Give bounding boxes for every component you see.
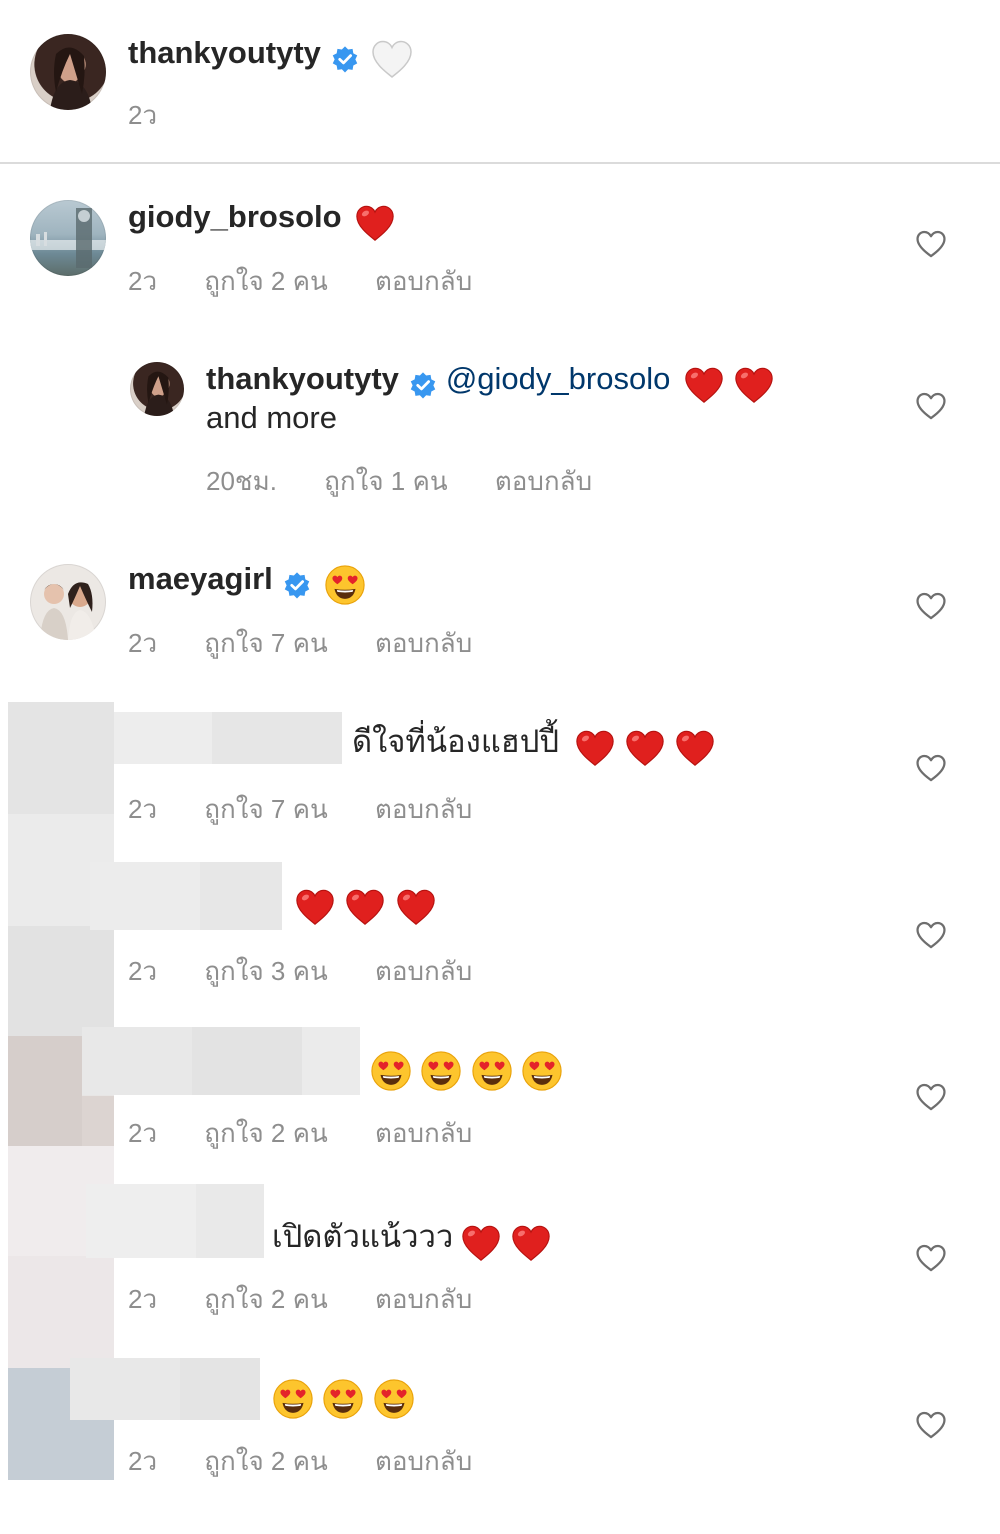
- likes-count[interactable]: ถูกใจ 2 คน: [204, 1279, 328, 1320]
- avatar[interactable]: [30, 564, 106, 640]
- avatar[interactable]: [30, 200, 106, 276]
- reply-button[interactable]: ตอบกลับ: [375, 1113, 472, 1154]
- red-heart-emoji-icon: [395, 887, 437, 927]
- reply-button[interactable]: ตอบกลับ: [375, 789, 472, 830]
- avatar[interactable]: [30, 34, 106, 110]
- comment-meta: 2ว ถูกใจ 2 คน ตอบกลับ: [128, 1279, 472, 1320]
- red-heart-emoji-icon: [294, 887, 336, 927]
- comment-body: ดีใจที่น้องแฮปปี้: [352, 722, 716, 768]
- heart-eyes-emoji-icon: [370, 1050, 412, 1092]
- heart-eyes-emoji-icon: [521, 1050, 563, 1092]
- like-heart-outline-icon[interactable]: [914, 918, 948, 952]
- reply-button[interactable]: ตอบกลับ: [375, 1441, 472, 1482]
- like-heart-outline-icon[interactable]: [914, 1080, 948, 1114]
- timestamp: 2ว: [128, 628, 158, 658]
- comment-text: and more: [206, 400, 337, 435]
- timestamp: 2ว: [128, 1118, 158, 1148]
- comment-text: เปิดตัวแน้ววว: [272, 1219, 454, 1254]
- red-heart-emoji-icon: [733, 365, 775, 405]
- red-heart-emoji-icon: [624, 728, 666, 768]
- caption-meta: 2ว: [128, 95, 157, 136]
- reply-button[interactable]: ตอบกลับ: [375, 951, 472, 992]
- likes-count[interactable]: ถูกใจ 7 คน: [204, 789, 328, 830]
- likes-count[interactable]: ถูกใจ 3 คน: [204, 951, 328, 992]
- comment-meta: 2ว ถูกใจ 2 คน ตอบกลับ: [128, 1113, 472, 1154]
- timestamp: 2ว: [128, 956, 158, 986]
- red-heart-emoji-icon: [344, 887, 386, 927]
- verified-badge-icon: [409, 371, 437, 399]
- divider: [0, 162, 1000, 164]
- comment-meta: 2ว ถูกใจ 7 คน ตอบกลับ: [128, 623, 472, 664]
- heart-eyes-emoji-icon: [420, 1050, 462, 1092]
- like-heart-outline-icon[interactable]: [914, 751, 948, 785]
- username[interactable]: thankyoutyty: [128, 35, 321, 70]
- timestamp: 2ว: [128, 100, 158, 130]
- heart-eyes-emoji-icon: [471, 1050, 513, 1092]
- like-heart-outline-icon[interactable]: [914, 227, 948, 261]
- comment-header: maeyagirl: [128, 559, 366, 606]
- verified-badge-icon: [283, 571, 311, 599]
- white-heart-emoji-icon: [370, 39, 414, 79]
- reply-button[interactable]: ตอบกลับ: [375, 261, 472, 302]
- timestamp: 2ว: [128, 266, 158, 296]
- like-heart-outline-icon[interactable]: [914, 1408, 948, 1442]
- heart-eyes-emoji-icon: [373, 1378, 415, 1420]
- mention-link[interactable]: @giody_brosolo: [446, 361, 671, 396]
- avatar[interactable]: [130, 362, 184, 416]
- red-heart-emoji-icon: [574, 728, 616, 768]
- likes-count[interactable]: ถูกใจ 1 คน: [324, 461, 448, 502]
- like-heart-outline-icon[interactable]: [914, 389, 948, 423]
- comment-meta: 20ชม. ถูกใจ 1 คน ตอบกลับ: [206, 461, 592, 502]
- username[interactable]: thankyoutyty: [206, 361, 399, 396]
- like-heart-outline-icon[interactable]: [914, 1241, 948, 1275]
- likes-count[interactable]: ถูกใจ 7 คน: [204, 623, 328, 664]
- comment-body: [294, 887, 437, 927]
- comment-text: ดีใจที่น้องแฮปปี้: [352, 724, 560, 759]
- reply-button[interactable]: ตอบกลับ: [375, 1279, 472, 1320]
- username[interactable]: giody_brosolo: [128, 199, 342, 234]
- red-heart-emoji-icon: [510, 1223, 552, 1263]
- username[interactable]: maeyagirl: [128, 561, 273, 596]
- timestamp: 2ว: [128, 1446, 158, 1476]
- red-heart-emoji-icon: [674, 728, 716, 768]
- comment-meta: 2ว ถูกใจ 2 คน ตอบกลับ: [128, 1441, 472, 1482]
- heart-eyes-emoji-icon: [272, 1378, 314, 1420]
- comment-meta: 2ว ถูกใจ 7 คน ตอบกลับ: [128, 789, 472, 830]
- comment-body: เปิดตัวแน้ววว: [272, 1217, 552, 1263]
- red-heart-emoji-icon: [460, 1223, 502, 1263]
- comment-header: giody_brosolo: [128, 197, 396, 243]
- reply-button[interactable]: ตอบกลับ: [495, 461, 592, 502]
- verified-badge-icon: [331, 45, 359, 73]
- likes-count[interactable]: ถูกใจ 2 คน: [204, 1441, 328, 1482]
- timestamp: 20ชม.: [206, 466, 277, 496]
- red-heart-emoji-icon: [354, 203, 396, 243]
- comment-meta: 2ว ถูกใจ 3 คน ตอบกลับ: [128, 951, 472, 992]
- likes-count[interactable]: ถูกใจ 2 คน: [204, 261, 328, 302]
- caption-header: thankyoutyty: [128, 33, 414, 79]
- reply-button[interactable]: ตอบกลับ: [375, 623, 472, 664]
- timestamp: 2ว: [128, 1284, 158, 1314]
- timestamp: 2ว: [128, 794, 158, 824]
- comment-body: [370, 1050, 563, 1092]
- red-heart-emoji-icon: [683, 365, 725, 405]
- likes-count[interactable]: ถูกใจ 2 คน: [204, 1113, 328, 1154]
- heart-eyes-emoji-icon: [322, 1378, 364, 1420]
- comment-body: [272, 1378, 415, 1420]
- like-heart-outline-icon[interactable]: [914, 589, 948, 623]
- heart-eyes-emoji-icon: [324, 564, 366, 606]
- comment-meta: 2ว ถูกใจ 2 คน ตอบกลับ: [128, 261, 472, 302]
